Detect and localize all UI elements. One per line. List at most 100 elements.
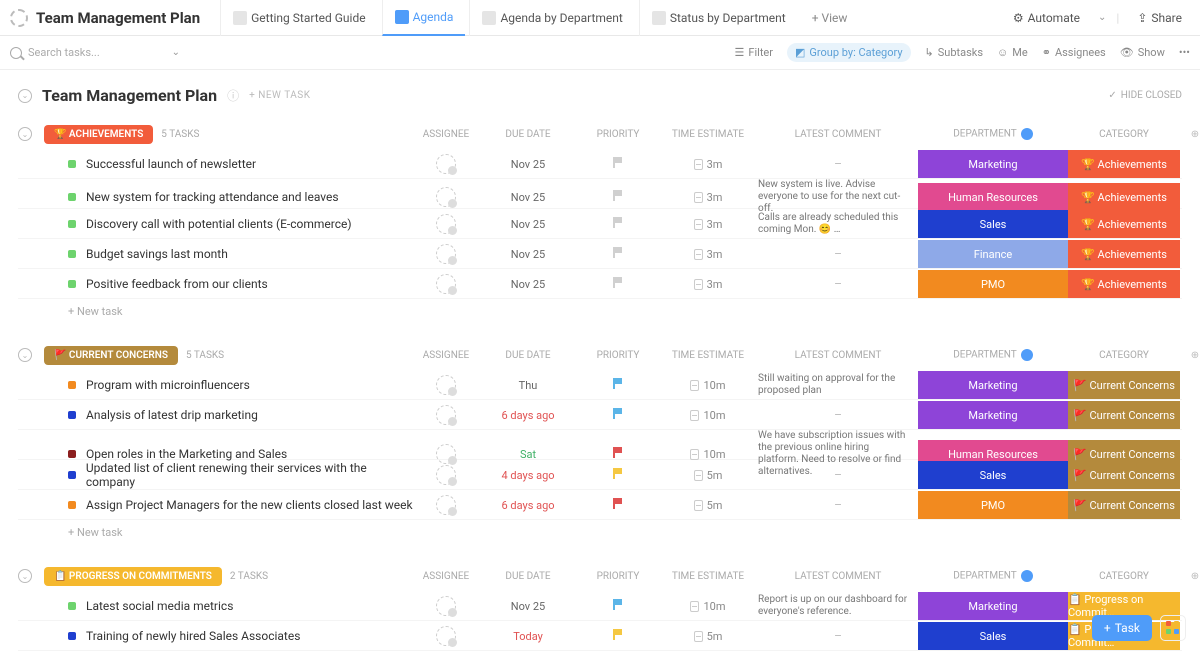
info-icon[interactable]: ⓘ xyxy=(227,87,239,104)
status-square[interactable] xyxy=(68,411,76,419)
me-button[interactable]: ☺Me xyxy=(997,46,1028,59)
task-priority[interactable] xyxy=(578,599,658,613)
assignee-avatar[interactable] xyxy=(436,375,456,395)
task-priority[interactable] xyxy=(578,190,658,204)
task-category[interactable]: 🏆 Achievements xyxy=(1068,210,1180,238)
tab-agenda[interactable]: Agenda xyxy=(382,0,466,36)
task-due[interactable]: Thu xyxy=(478,379,578,392)
task-estimate[interactable]: 3m xyxy=(658,218,758,231)
task-category[interactable]: 🚩 Current Concerns xyxy=(1068,461,1180,489)
status-square[interactable] xyxy=(68,220,76,228)
assignee-avatar[interactable] xyxy=(436,465,456,485)
status-square[interactable] xyxy=(68,381,76,389)
sort-icon[interactable] xyxy=(1021,349,1033,361)
task-estimate[interactable]: 3m xyxy=(658,278,758,291)
add-view-button[interactable]: + View xyxy=(802,11,858,25)
task-estimate[interactable]: 3m xyxy=(658,248,758,261)
task-row[interactable]: Budget savings last month Nov 25 3m – Fi… xyxy=(18,239,1182,269)
add-column-button[interactable]: ⊕ xyxy=(1180,129,1200,140)
task-dept[interactable]: Marketing xyxy=(918,371,1068,399)
task-row[interactable]: Latest social media metrics Nov 25 10m R… xyxy=(18,591,1182,621)
collapse-all-button[interactable]: ⌄ xyxy=(18,89,32,103)
new-task-row[interactable]: + New task xyxy=(18,520,1182,539)
task-category[interactable]: 🚩 Current Concerns xyxy=(1068,401,1180,429)
task-estimate[interactable]: 10m xyxy=(658,448,758,461)
task-row[interactable]: Updated list of client renewing their se… xyxy=(18,460,1182,490)
task-dept[interactable]: Marketing xyxy=(918,401,1068,429)
assignee-avatar[interactable] xyxy=(436,626,456,646)
task-priority[interactable] xyxy=(578,447,658,461)
assignees-button[interactable]: ⚭Assignees xyxy=(1042,46,1106,59)
groupby-button[interactable]: ◩Group by: Category xyxy=(787,43,911,62)
task-due[interactable]: Nov 25 xyxy=(478,248,578,261)
automate-chevron[interactable]: ⌄ xyxy=(1098,12,1106,23)
assignee-avatar[interactable] xyxy=(436,495,456,515)
task-row[interactable]: Positive feedback from our clients Nov 2… xyxy=(18,269,1182,299)
task-priority[interactable] xyxy=(578,629,658,643)
task-category[interactable]: 🚩 Current Concerns xyxy=(1068,491,1180,519)
task-priority[interactable] xyxy=(578,408,658,422)
hide-closed-button[interactable]: ✓HIDE CLOSED xyxy=(1108,90,1182,101)
add-column-button[interactable]: ⊕ xyxy=(1180,571,1200,582)
task-due[interactable]: Nov 25 xyxy=(478,191,578,204)
status-square[interactable] xyxy=(68,193,76,201)
sort-icon[interactable] xyxy=(1021,128,1033,140)
assignee-avatar[interactable] xyxy=(436,214,456,234)
task-row[interactable]: Analysis of latest drip marketing 6 days… xyxy=(18,400,1182,430)
tab-status-by-dept[interactable]: Status by Department xyxy=(639,0,798,36)
search-input[interactable]: Search tasks... ⌄ xyxy=(10,46,180,59)
task-priority[interactable] xyxy=(578,247,658,261)
assignee-avatar[interactable] xyxy=(436,244,456,264)
assignee-avatar[interactable] xyxy=(436,444,456,464)
task-estimate[interactable]: 3m xyxy=(658,191,758,204)
new-task-row[interactable]: + New task xyxy=(18,299,1182,318)
new-task-ghost-button[interactable]: + NEW TASK xyxy=(249,90,310,101)
task-row[interactable]: Assign Project Managers for the new clie… xyxy=(18,490,1182,520)
task-estimate[interactable]: 5m xyxy=(658,499,758,512)
task-estimate[interactable]: 10m xyxy=(658,409,758,422)
status-square[interactable] xyxy=(68,280,76,288)
task-priority[interactable] xyxy=(578,498,658,512)
task-due[interactable]: 6 days ago xyxy=(478,499,578,512)
status-square[interactable] xyxy=(68,501,76,509)
section-pill[interactable]: 📋 Progress on Commitments xyxy=(44,567,222,586)
task-row[interactable]: Training of newly hired Sales Associates… xyxy=(18,621,1182,651)
task-category[interactable]: 🏆 Achievements xyxy=(1068,150,1180,178)
task-row[interactable]: Program with microinfluencers Thu 10m St… xyxy=(18,370,1182,400)
task-due[interactable]: 4 days ago xyxy=(478,469,578,482)
section-collapse-button[interactable]: ⌄ xyxy=(18,348,32,362)
task-dept[interactable]: Human Resources xyxy=(918,183,1068,211)
share-button[interactable]: ⇪Share xyxy=(1129,7,1190,29)
task-dept[interactable]: Sales xyxy=(918,622,1068,650)
task-priority[interactable] xyxy=(578,277,658,291)
task-row[interactable]: New system for tracking attendance and l… xyxy=(18,179,1182,209)
task-dept[interactable]: Marketing xyxy=(918,592,1068,620)
section-collapse-button[interactable]: ⌄ xyxy=(18,569,32,583)
task-category[interactable]: 🏆 Achievements xyxy=(1068,270,1180,298)
task-dept[interactable]: PMO xyxy=(918,270,1068,298)
task-row[interactable]: Successful launch of newsletter Nov 25 3… xyxy=(18,149,1182,179)
section-pill[interactable]: 🚩 Current Concerns xyxy=(44,346,178,365)
task-dept[interactable]: Sales xyxy=(918,210,1068,238)
task-category[interactable]: 🚩 Current Concerns xyxy=(1068,371,1180,399)
task-estimate[interactable]: 5m xyxy=(658,469,758,482)
task-estimate[interactable]: 5m xyxy=(658,630,758,643)
apps-button[interactable] xyxy=(1160,615,1186,641)
add-column-button[interactable]: ⊕ xyxy=(1180,350,1200,361)
task-due[interactable]: Sat xyxy=(478,448,578,461)
section-pill[interactable]: 🏆 Achievements xyxy=(44,125,153,144)
task-dept[interactable]: Finance xyxy=(918,240,1068,268)
assignee-avatar[interactable] xyxy=(436,187,456,207)
task-category[interactable]: 🏆 Achievements xyxy=(1068,183,1180,211)
status-square[interactable] xyxy=(68,602,76,610)
assignee-avatar[interactable] xyxy=(436,405,456,425)
task-dept[interactable]: PMO xyxy=(918,491,1068,519)
status-square[interactable] xyxy=(68,471,76,479)
task-row[interactable]: Open roles in the Marketing and Sales Sa… xyxy=(18,430,1182,460)
new-task-floating-button[interactable]: +Task xyxy=(1092,615,1152,641)
assignee-avatar[interactable] xyxy=(436,274,456,294)
sort-icon[interactable] xyxy=(1021,570,1033,582)
task-due[interactable]: Nov 25 xyxy=(478,278,578,291)
task-due[interactable]: 6 days ago xyxy=(478,409,578,422)
status-square[interactable] xyxy=(68,250,76,258)
